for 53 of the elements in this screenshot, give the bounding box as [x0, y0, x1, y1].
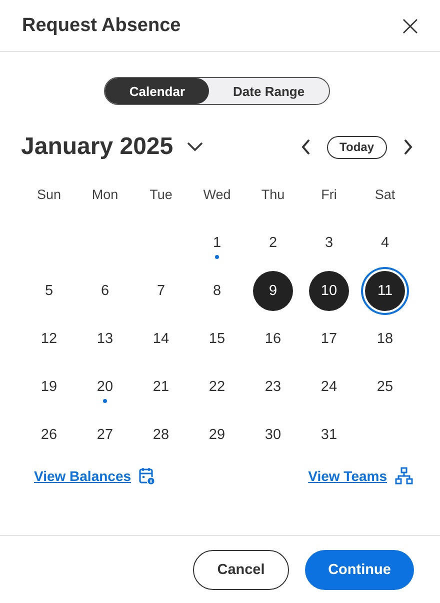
calendar-day[interactable]: 11: [365, 271, 405, 311]
calendar-day[interactable]: 14: [141, 319, 181, 359]
view-link[interactable]: View Balances: [34, 467, 156, 485]
calendar-day[interactable]: 13: [85, 319, 125, 359]
calendar-day[interactable]: 1: [197, 223, 237, 263]
org-chart-icon: [395, 467, 413, 485]
calendar-day[interactable]: 31: [309, 415, 349, 455]
calendar-day[interactable]: 16: [253, 319, 293, 359]
continue-button[interactable]: Continue: [305, 550, 414, 590]
calendar-day[interactable]: 23: [253, 367, 293, 407]
calendar-day[interactable]: 28: [141, 415, 181, 455]
calendar-day[interactable]: 5: [29, 271, 69, 311]
calendar-day[interactable]: 26: [29, 415, 69, 455]
view-tab[interactable]: Calendar: [105, 78, 210, 104]
weekday-label: Sat: [374, 187, 396, 202]
cancel-button[interactable]: Cancel: [193, 550, 289, 590]
caret-icon: [187, 142, 204, 152]
weekday-label: Mon: [90, 187, 120, 202]
calendar-day[interactable]: 7: [141, 271, 181, 311]
calendar-day[interactable]: 22: [197, 367, 237, 407]
calendar-day[interactable]: 30: [253, 415, 293, 455]
calendar-day[interactable]: 27: [85, 415, 125, 455]
calendar-day[interactable]: 20: [85, 367, 125, 407]
dialog-title: Request Absence: [22, 14, 181, 36]
weekday-label: Wed: [202, 187, 232, 202]
calendar-day[interactable]: 29: [197, 415, 237, 455]
weekday-label: Tue: [148, 187, 174, 202]
calendar-day[interactable]: 2: [253, 223, 293, 263]
calendar-day[interactable]: 18: [365, 319, 405, 359]
calendar-day[interactable]: 17: [309, 319, 349, 359]
calendar-day[interactable]: 21: [141, 367, 181, 407]
today-button[interactable]: Today: [326, 136, 387, 158]
calendar-day[interactable]: 6: [85, 271, 125, 311]
calendar-day[interactable]: 15: [197, 319, 237, 359]
weekday-label: Sun: [36, 187, 62, 202]
calendar-day[interactable]: 24: [309, 367, 349, 407]
view-link[interactable]: View Teams: [308, 467, 413, 485]
calendar-info-icon: [139, 467, 156, 485]
next-icon[interactable]: [403, 139, 413, 155]
calendar-day[interactable]: 10: [309, 271, 349, 311]
view-tab[interactable]: Date Range: [209, 78, 329, 104]
weekday-label: Thu: [260, 187, 286, 202]
month-selector[interactable]: January 2025: [21, 133, 204, 161]
close-button[interactable]: ×: [394, 12, 426, 40]
calendar-day[interactable]: 3: [309, 223, 349, 263]
calendar-day[interactable]: 19: [29, 367, 69, 407]
calendar-day[interactable]: 4: [365, 223, 405, 263]
calendar-day[interactable]: 25: [365, 367, 405, 407]
calendar-day[interactable]: 12: [29, 319, 69, 359]
previous-icon[interactable]: [300, 139, 311, 155]
weekday-label: Fri: [320, 187, 338, 202]
calendar-day[interactable]: 8: [197, 271, 237, 311]
calendar-day[interactable]: 9: [253, 271, 293, 311]
